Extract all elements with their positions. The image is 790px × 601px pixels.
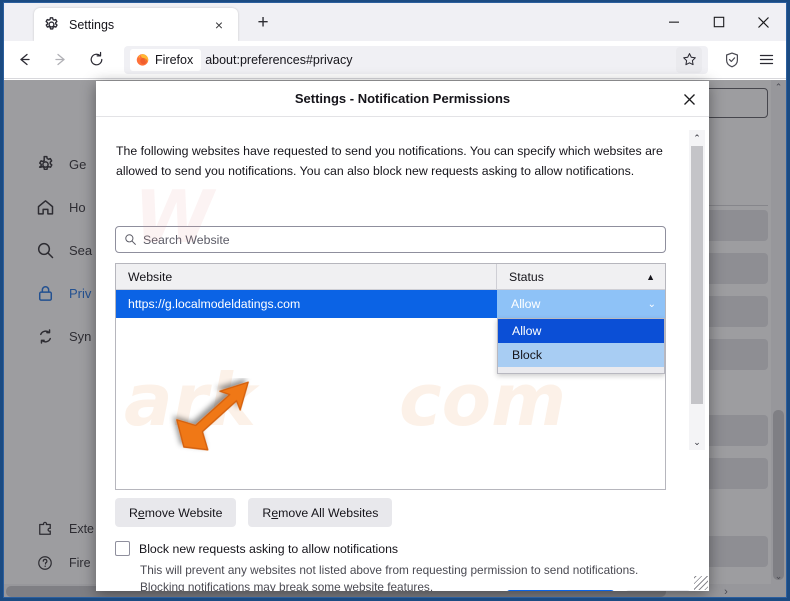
star-icon: [682, 53, 696, 66]
block-new-requests-help-text: This will prevent any websites not liste…: [140, 563, 639, 591]
notification-permissions-dialog: Settings - Notification Permissions The …: [96, 81, 709, 591]
back-button[interactable]: [9, 44, 40, 75]
dialog-scroll-down-icon[interactable]: ⌄: [689, 434, 705, 450]
dialog-close-icon[interactable]: [675, 85, 703, 113]
minimize-button[interactable]: [651, 3, 696, 41]
dialog-scroll-up-icon[interactable]: ⌃: [689, 130, 705, 146]
maximize-button[interactable]: [696, 3, 741, 41]
firefox-logo-icon: [136, 54, 149, 66]
remove-buttons-group: Re move Website Re move All Websites: [115, 498, 393, 527]
search-placeholder: Search Website: [143, 232, 230, 247]
bookmark-star-icon[interactable]: [676, 46, 702, 73]
dropdown-filler: [498, 367, 664, 373]
remove-website-button[interactable]: Re move Website: [115, 498, 237, 527]
remove-all-accel: e: [271, 505, 279, 520]
row-website-cell: https://g.localmodeldatings.com: [128, 297, 301, 311]
chevron-down-icon: ⌄: [647, 298, 656, 310]
app-menu-button[interactable]: [751, 44, 782, 75]
search-website-input[interactable]: Search Website: [115, 226, 666, 253]
shield-icon: [725, 52, 738, 67]
tab-close-icon[interactable]: ×: [209, 15, 229, 35]
close-icon: [758, 16, 769, 28]
hamburger-menu-icon: [759, 54, 774, 65]
new-tab-button[interactable]: +: [250, 10, 276, 36]
forward-button[interactable]: [45, 44, 76, 75]
tracking-protection-shield-icon[interactable]: [716, 44, 747, 75]
dropdown-option-allow[interactable]: Allow: [498, 319, 664, 343]
permissions-table: Website Status ▲ https://g.localmodeldat…: [115, 263, 666, 490]
tab-strip: Settings × +: [4, 3, 786, 41]
browser-window: Settings × + Firefox about:preferences#p…: [3, 2, 787, 598]
column-header-status[interactable]: Status ▲: [497, 264, 665, 289]
search-icon: [125, 234, 136, 245]
close-icon: [683, 93, 695, 105]
tab-settings[interactable]: Settings ×: [34, 8, 238, 41]
dropdown-option-block[interactable]: Block: [498, 343, 664, 367]
block-new-requests-label: Block new requests asking to allow notif…: [139, 541, 399, 556]
row-status-cell: Allow ⌄ Allow Block: [497, 290, 665, 374]
maximize-icon: [713, 16, 724, 28]
window-controls: [651, 3, 786, 41]
remove-website-accel: e: [137, 505, 145, 520]
gear-icon: [45, 17, 58, 30]
dialog-scroll-thumb[interactable]: [691, 146, 703, 404]
url-brand-label: Firefox: [155, 52, 194, 67]
minimize-icon: [668, 21, 679, 23]
url-text[interactable]: about:preferences#privacy: [205, 53, 352, 67]
remove-all-websites-button[interactable]: Re move All Websites: [248, 498, 393, 527]
reload-button[interactable]: [81, 44, 112, 75]
status-select[interactable]: Allow ⌄: [497, 290, 665, 318]
column-header-status-label: Status: [509, 269, 544, 284]
sort-ascending-icon: ▲: [646, 271, 655, 282]
dialog-scrollbar[interactable]: ⌃ ⌄: [689, 130, 705, 450]
column-header-website[interactable]: Website: [116, 264, 497, 289]
dialog-titlebar: Settings - Notification Permissions: [96, 81, 709, 117]
tab-title: Settings: [69, 17, 115, 32]
table-row[interactable]: https://g.localmodeldatings.com Allow ⌄ …: [116, 290, 665, 374]
save-changes-button[interactable]: Save Changes: [506, 590, 615, 591]
remove-all-label: R: [262, 505, 272, 520]
dialog-resize-grip[interactable]: [694, 576, 708, 590]
navigation-toolbar: Firefox about:preferences#privacy: [4, 41, 786, 79]
dialog-body: The following websites have requested to…: [96, 118, 709, 591]
status-dropdown-list: Allow Block: [497, 318, 665, 374]
status-select-value: Allow: [511, 297, 541, 311]
table-header-row: Website Status ▲: [116, 264, 665, 290]
url-brand-chip: Firefox: [130, 48, 202, 71]
back-arrow-icon: [20, 53, 30, 66]
block-new-requests-checkbox[interactable]: [115, 541, 130, 556]
url-bar[interactable]: Firefox about:preferences#privacy: [124, 45, 708, 74]
dialog-description: The following websites have requested to…: [116, 144, 663, 179]
column-header-website-label: Website: [128, 269, 173, 284]
remove-website-label: R: [129, 505, 138, 520]
close-window-button[interactable]: [741, 3, 786, 41]
reload-icon: [90, 51, 103, 66]
dialog-footer: Save Changes Cancel: [506, 590, 691, 591]
remove-all-rest: move All Websites: [278, 505, 379, 520]
forward-arrow-icon: [55, 53, 65, 66]
block-new-requests-row[interactable]: Block new requests asking to allow notif…: [115, 541, 398, 556]
remove-website-rest: move Website: [144, 505, 223, 520]
cancel-button[interactable]: Cancel: [624, 590, 691, 591]
dialog-title: Settings - Notification Permissions: [294, 91, 511, 106]
